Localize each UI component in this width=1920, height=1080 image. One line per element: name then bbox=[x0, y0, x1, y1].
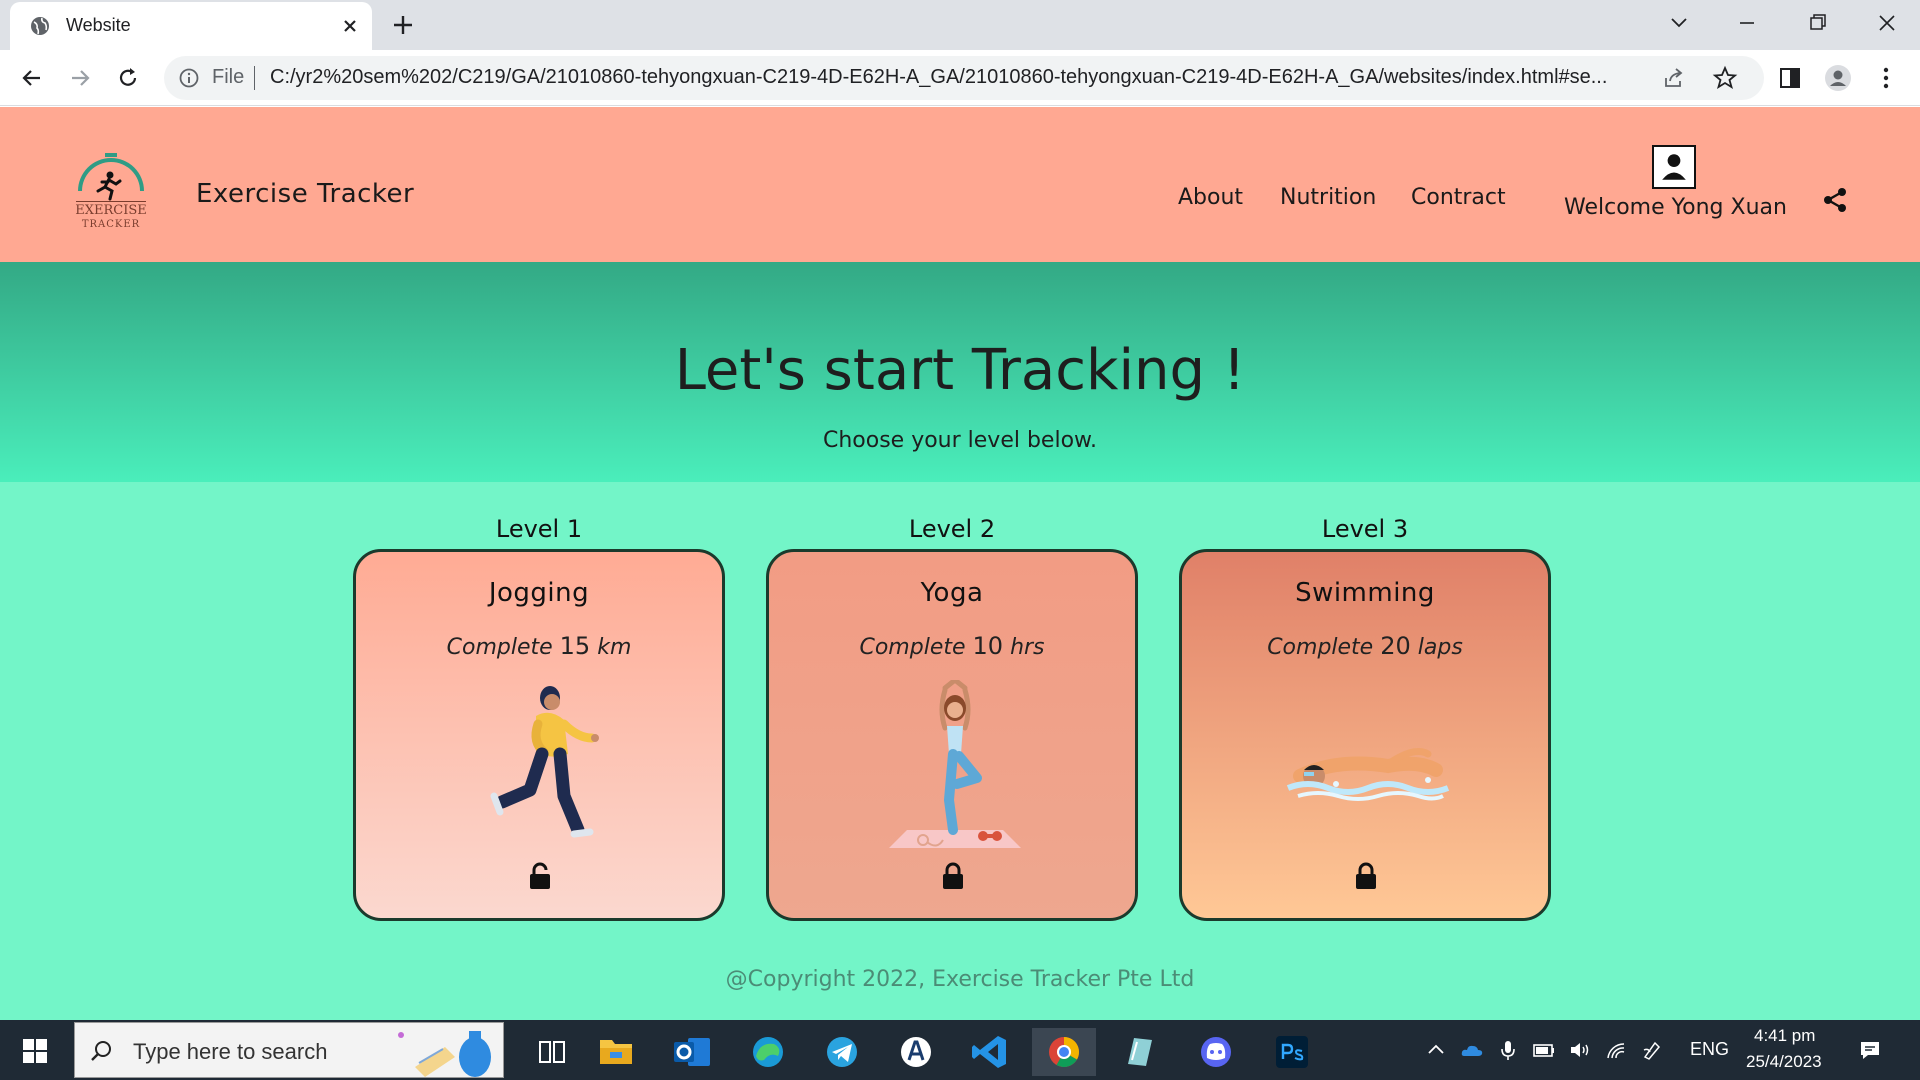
address-bar[interactable]: File C:/yr2%20sem%202/C219/GA/21010860-t… bbox=[164, 56, 1764, 100]
card-title: Jogging bbox=[488, 578, 590, 608]
telegram-icon[interactable] bbox=[810, 1028, 874, 1076]
card-task: Complete 15 km bbox=[446, 632, 632, 660]
microphone-icon[interactable] bbox=[1496, 1038, 1520, 1062]
edge-browser-icon[interactable] bbox=[736, 1028, 800, 1076]
onedrive-cloud-icon[interactable] bbox=[1460, 1038, 1484, 1062]
back-arrow-icon[interactable] bbox=[18, 64, 46, 92]
user-profile-icon[interactable] bbox=[1652, 145, 1696, 189]
clock-time[interactable]: 4:41 pm bbox=[1754, 1026, 1815, 1046]
windows-start-icon[interactable] bbox=[22, 1038, 48, 1064]
card-task: Complete 20 laps bbox=[1267, 632, 1463, 660]
swimmer-icon bbox=[1286, 748, 1450, 801]
locked-padlock-icon bbox=[1356, 862, 1376, 889]
search-icon bbox=[91, 1041, 111, 1061]
photoshop-taskbar-button[interactable] bbox=[1260, 1028, 1324, 1076]
discord-taskbar-button[interactable] bbox=[1184, 1028, 1248, 1076]
reload-icon[interactable] bbox=[114, 64, 142, 92]
hero-title: Let's start Tracking ! bbox=[674, 338, 1246, 403]
card-title: Swimming bbox=[1295, 578, 1435, 608]
text-tool-app-icon[interactable] bbox=[884, 1028, 948, 1076]
welcome-message: Welcome Yong Xuan bbox=[1564, 195, 1787, 220]
windows-taskbar: Type here to search ENG 4:41 pm 25/4/202… bbox=[0, 1020, 1920, 1080]
browser-tab-strip: Website bbox=[0, 0, 1920, 50]
discord-icon bbox=[1201, 1037, 1231, 1067]
show-hidden-icons-chevron-icon[interactable] bbox=[1424, 1038, 1448, 1062]
unlocked-padlock-icon bbox=[530, 862, 550, 889]
locked-padlock-icon bbox=[943, 862, 963, 889]
restore-icon[interactable] bbox=[1802, 10, 1832, 36]
folder-icon bbox=[600, 1040, 632, 1064]
search-highlight-illustration-icon bbox=[398, 1031, 491, 1077]
outlook-icon bbox=[674, 1038, 710, 1066]
close-window-icon[interactable] bbox=[1872, 10, 1902, 36]
close-tab-icon[interactable] bbox=[338, 14, 362, 38]
file-explorer-taskbar-button[interactable] bbox=[584, 1028, 648, 1076]
level-2-card[interactable]: Yoga Complete 10 hrs bbox=[766, 549, 1138, 921]
web-page: EXERCISE TRACKER Exercise Tracker About … bbox=[0, 107, 1920, 1020]
url-scheme-label: File bbox=[212, 66, 245, 88]
hero-banner: Let's start Tracking ! Choose your level… bbox=[0, 262, 1920, 482]
minimize-icon[interactable] bbox=[1732, 10, 1762, 36]
level-3-card[interactable]: Swimming Complete 20 laps bbox=[1179, 549, 1551, 921]
card-title: Yoga bbox=[920, 578, 984, 608]
search-placeholder: Type here to search bbox=[133, 1039, 328, 1064]
side-panel-icon[interactable] bbox=[1776, 64, 1804, 92]
tab-search-chevron-icon[interactable] bbox=[1664, 10, 1694, 36]
exercise-tracker-logo[interactable]: EXERCISE TRACKER bbox=[72, 151, 150, 231]
outlook-taskbar-button[interactable] bbox=[660, 1028, 724, 1076]
pen-icon[interactable] bbox=[1640, 1038, 1664, 1062]
level-1-label: Level 1 bbox=[495, 515, 583, 543]
hero-subtitle: Choose your level below. bbox=[822, 428, 1098, 453]
level-3-label: Level 3 bbox=[1321, 515, 1409, 543]
share-page-icon[interactable] bbox=[1662, 66, 1686, 90]
bookmark-star-icon[interactable] bbox=[1712, 65, 1738, 91]
jogging-person-icon bbox=[490, 686, 599, 838]
info-icon[interactable] bbox=[178, 67, 200, 89]
chrome-taskbar-button[interactable] bbox=[1032, 1028, 1096, 1076]
notepad-icon bbox=[1128, 1038, 1152, 1066]
notification-center-icon[interactable] bbox=[1858, 1038, 1882, 1062]
share-icon[interactable] bbox=[1822, 187, 1848, 213]
svg-text:EXERCISE: EXERCISE bbox=[75, 203, 147, 218]
browser-toolbar: File C:/yr2%20sem%202/C219/GA/21010860-t… bbox=[0, 50, 1920, 106]
more-menu-icon[interactable] bbox=[1872, 64, 1900, 92]
globe-icon bbox=[31, 17, 49, 35]
brand-name[interactable]: Exercise Tracker bbox=[196, 179, 414, 209]
nav-link-about[interactable]: About bbox=[1178, 185, 1243, 210]
card-task: Complete 10 hrs bbox=[859, 632, 1045, 660]
chrome-icon bbox=[1049, 1037, 1080, 1068]
vscode-taskbar-button[interactable] bbox=[958, 1028, 1022, 1076]
nav-link-nutrition[interactable]: Nutrition bbox=[1280, 185, 1376, 210]
yoga-person-icon bbox=[889, 680, 1021, 848]
browser-tab[interactable]: Website bbox=[10, 2, 372, 50]
volume-icon[interactable] bbox=[1568, 1038, 1592, 1062]
new-tab-icon[interactable] bbox=[390, 12, 416, 38]
vscode-icon bbox=[972, 1036, 1006, 1068]
notes-app-taskbar-button[interactable] bbox=[1108, 1028, 1172, 1076]
forward-arrow-icon[interactable] bbox=[66, 64, 94, 92]
level-2-label: Level 2 bbox=[908, 515, 996, 543]
svg-text:TRACKER: TRACKER bbox=[82, 219, 140, 230]
wifi-icon[interactable] bbox=[1604, 1038, 1628, 1062]
photoshop-icon bbox=[1276, 1036, 1308, 1068]
language-indicator[interactable]: ENG bbox=[1690, 1039, 1729, 1060]
url-text[interactable]: C:/yr2%20sem%202/C219/GA/21010860-tehyon… bbox=[270, 66, 1620, 89]
profile-avatar-icon[interactable] bbox=[1824, 64, 1852, 92]
site-header: EXERCISE TRACKER Exercise Tracker About … bbox=[0, 107, 1920, 262]
level-1-card[interactable]: Jogging Complete 15 km bbox=[353, 549, 725, 921]
clock-date[interactable]: 25/4/2023 bbox=[1746, 1052, 1822, 1072]
battery-icon[interactable] bbox=[1532, 1038, 1556, 1062]
omnibox-divider bbox=[254, 66, 255, 90]
task-view-icon[interactable] bbox=[520, 1028, 584, 1076]
nav-link-contract[interactable]: Contract bbox=[1411, 185, 1506, 210]
copyright-text: @Copyright 2022, Exercise Tracker Pte Lt… bbox=[725, 967, 1195, 992]
tab-title: Website bbox=[66, 15, 131, 35]
taskbar-search-box[interactable]: Type here to search bbox=[74, 1022, 504, 1078]
